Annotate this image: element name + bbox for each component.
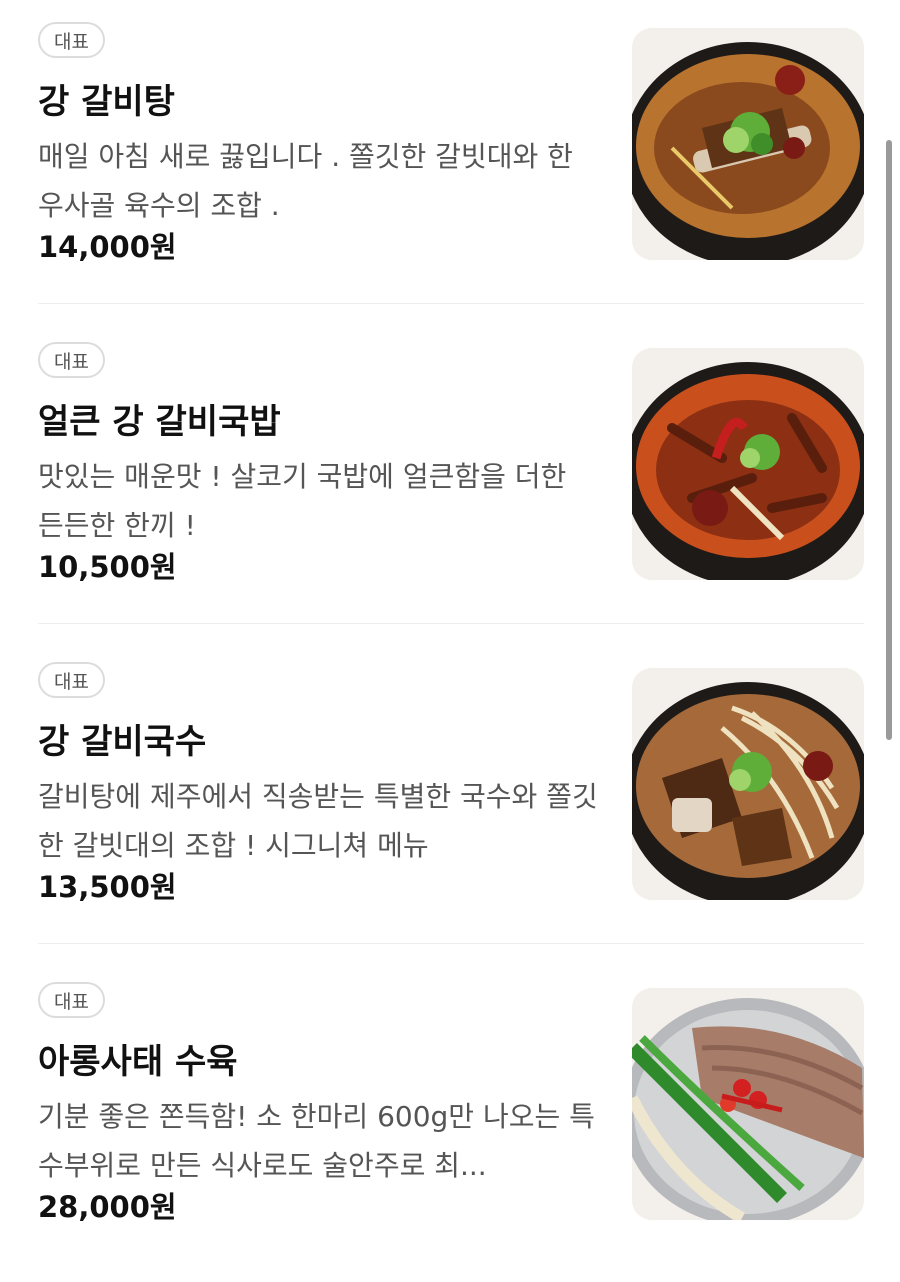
item-divider (38, 303, 864, 304)
menu-list: 대표 강 갈비탕 매일 아침 새로 끓입니다 . 쫄깃한 갈빗대와 한우사골 육… (0, 0, 900, 1241)
menu-item-name: 강 갈비탕 (38, 82, 175, 122)
signature-badge: 대표 (38, 662, 105, 698)
menu-item-name: 얼큰 강 갈비국밥 (38, 402, 281, 442)
menu-item-description: 맛있는 매운맛 ! 살코기 국밥에 얼큰함을 더한 든든한 한끼 ! (38, 460, 567, 542)
menu-item-price: 28,000원 (38, 1190, 177, 1224)
menu-item-price: 10,500원 (38, 550, 177, 584)
menu-item-name: 아롱사태 수육 (38, 1042, 238, 1082)
menu-item-description: 갈비탕에 제주에서 직송받는 특별한 국수와 쫄깃한 갈빗대의 조합 ! 시그니… (38, 780, 598, 862)
suyuk-platter-image (632, 988, 864, 1220)
menu-item-description: 매일 아침 새로 끓입니다 . 쫄깃한 갈빗대와 한우사골 육수의 조합 . (38, 140, 573, 222)
menu-item-spicy-galbi-gukbap[interactable]: 대표 얼큰 강 갈비국밥 맛있는 매운맛 ! 살코기 국밥에 얼큰함을 더한 든… (38, 342, 864, 642)
menu-item-name: 강 갈비국수 (38, 722, 207, 762)
item-divider (38, 623, 864, 624)
menu-item-galbi-guksu[interactable]: 대표 강 갈비국수 갈비탕에 제주에서 직송받는 특별한 국수와 쫄깃한 갈빗대… (38, 662, 864, 962)
galbitang-bowl-image (632, 28, 864, 260)
signature-badge: 대표 (38, 342, 105, 378)
menu-item-description: 기분 좋은 쫀득함! 소 한마리 600g만 나오는 특수부위로 만든 식사로도… (38, 1100, 595, 1182)
spicy-gukbap-bowl-image (632, 348, 864, 580)
signature-badge: 대표 (38, 22, 105, 58)
menu-item-galbitang[interactable]: 대표 강 갈비탕 매일 아침 새로 끓입니다 . 쫄깃한 갈빗대와 한우사골 육… (38, 22, 864, 322)
menu-item-price: 13,500원 (38, 870, 177, 904)
menu-item-price: 14,000원 (38, 230, 177, 264)
item-divider (38, 943, 864, 944)
menu-item-arongsatae-suyuk[interactable]: 대표 아롱사태 수육 기분 좋은 쫀득함! 소 한마리 600g만 나오는 특수… (38, 982, 864, 1282)
signature-badge: 대표 (38, 982, 105, 1018)
vertical-scrollbar[interactable] (886, 140, 892, 740)
galbi-noodle-bowl-image (632, 668, 864, 900)
